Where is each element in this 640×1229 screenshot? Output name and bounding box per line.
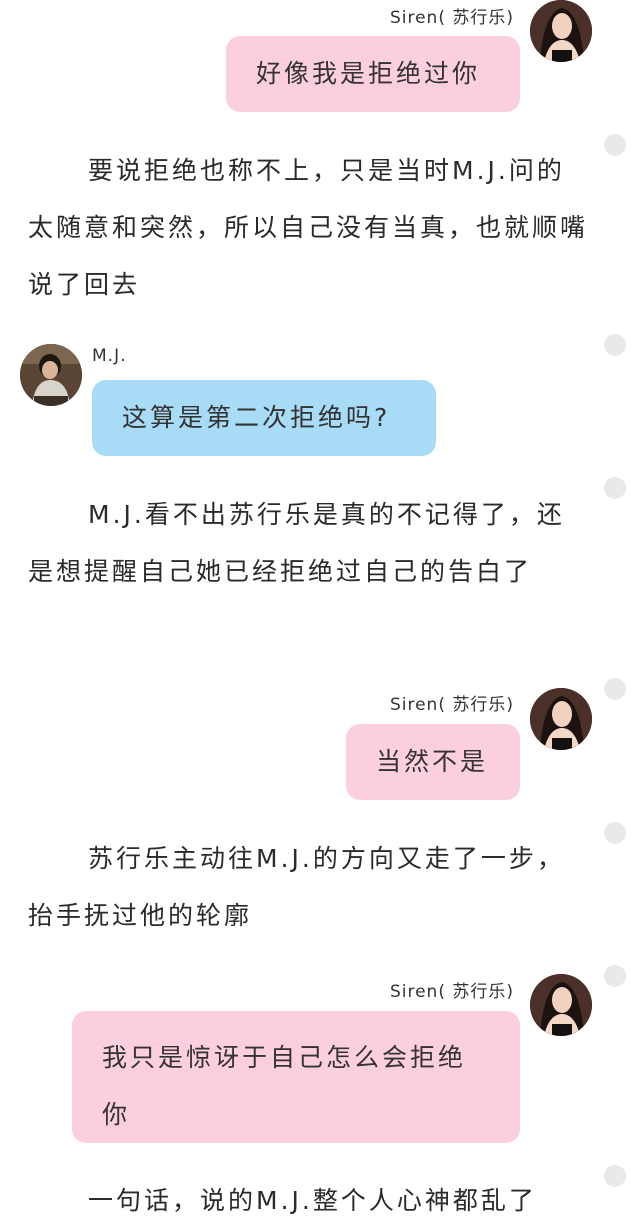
paragraph-marker-dot <box>604 1165 626 1187</box>
narration-paragraph: 苏行乐主动往M.J.的方向又走了一步，抬手抚过他的轮廓 <box>28 844 565 930</box>
avatar-siren[interactable] <box>530 974 592 1036</box>
narration-paragraph: M.J.看不出苏行乐是真的不记得了，还是想提醒自己她已经拒绝过自己的告白了 <box>28 500 565 586</box>
chat-bubble-mj: 这算是第二次拒绝吗? <box>92 380 436 456</box>
paragraph-marker-dot <box>604 678 626 700</box>
speaker-name-siren: Siren( 苏行乐) <box>389 982 514 1002</box>
avatar-siren[interactable] <box>530 0 592 62</box>
speaker-name-siren: Siren( 苏行乐) <box>389 8 514 28</box>
chat-bubble-siren: 我只是惊讶于自己怎么会拒绝你 <box>72 1011 520 1143</box>
message-text: 我只是惊讶于自己怎么会拒绝你 <box>102 1043 467 1129</box>
paragraph-marker-dot <box>604 477 626 499</box>
message-text: 这算是第二次拒绝吗? <box>122 403 391 432</box>
narration-paragraph: 一句话，说的M.J.整个人心神都乱了 <box>88 1186 537 1215</box>
narration-paragraph: 要说拒绝也称不上，只是当时M.J.问的太随意和突然，所以自己没有当真，也就顺嘴说… <box>28 156 589 299</box>
message-text: 好像我是拒绝过你 <box>256 59 481 88</box>
speaker-name-siren: Siren( 苏行乐) <box>389 695 514 715</box>
message-text: 当然不是 <box>376 747 489 776</box>
speaker-name-mj: M.J. <box>92 346 127 366</box>
avatar-siren[interactable] <box>530 688 592 750</box>
paragraph-marker-dot <box>604 965 626 987</box>
paragraph-marker-dot <box>604 134 626 156</box>
chat-bubble-siren: 当然不是 <box>346 724 520 800</box>
avatar-mj[interactable] <box>20 344 82 406</box>
chat-bubble-siren: 好像我是拒绝过你 <box>226 36 520 112</box>
paragraph-marker-dot <box>604 822 626 844</box>
paragraph-marker-dot <box>604 334 626 356</box>
